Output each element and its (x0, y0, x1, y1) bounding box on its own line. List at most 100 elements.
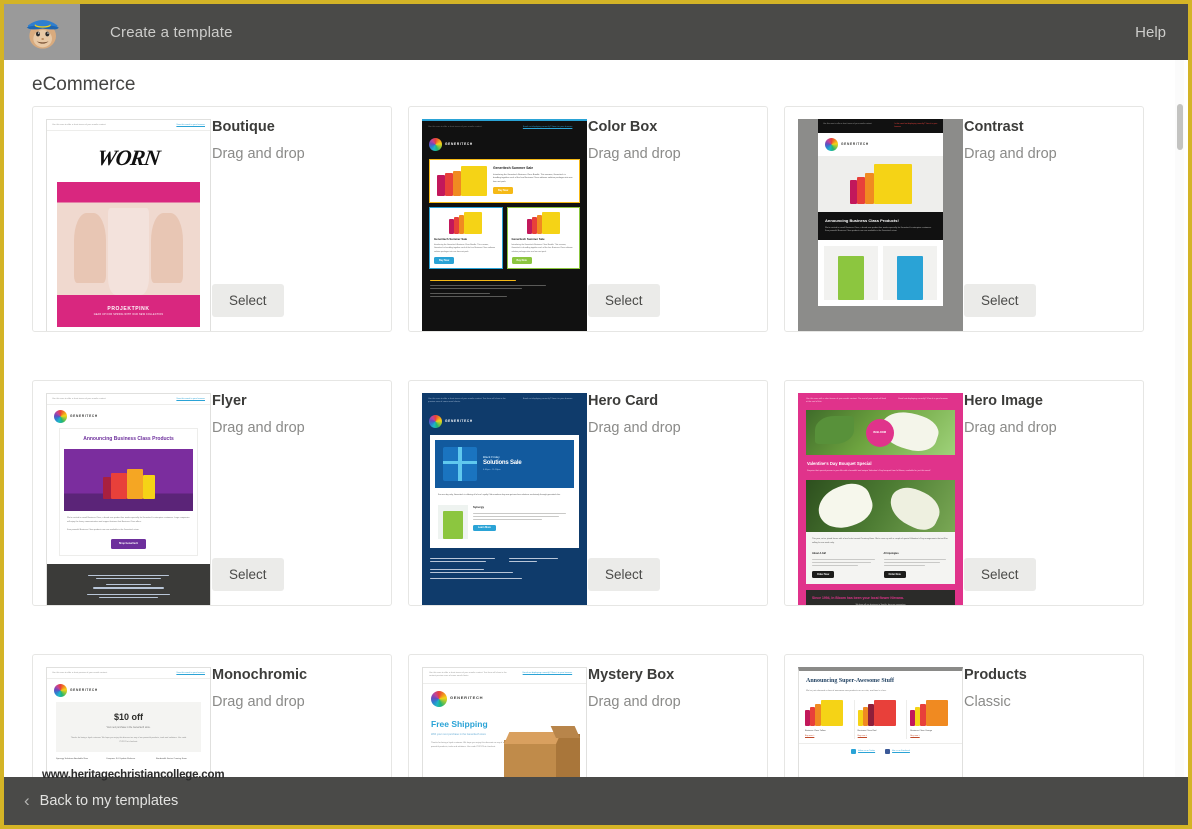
template-card-flyer[interactable]: Use this area to offer a short teaser of… (32, 380, 392, 606)
thumb-brand-name: GENERITECH (450, 695, 484, 701)
template-type: Drag and drop (212, 146, 305, 162)
thumb-headline: $10 off (113, 712, 143, 723)
thumb-footer (422, 273, 587, 304)
thumb-product-stack (436, 166, 488, 197)
thumb-hero-photo: IN BLOOM (806, 409, 955, 455)
thumb-headline: Announcing Business Class Products! (825, 218, 899, 224)
thumb-footer-head: Since 1994, In Bloom has been your local… (812, 596, 904, 601)
template-name: Contrast (964, 119, 1024, 135)
template-card-hero-card[interactable]: Use this area to offer a short teaser of… (408, 380, 768, 606)
template-name: Flyer (212, 393, 247, 409)
template-card-boutique[interactable]: Use this area to offer a short teaser of… (32, 106, 392, 332)
thumb-caption: Lovely light colors and thrilling textur… (47, 327, 210, 331)
thumb-product-row: Synergy Learn More (435, 503, 574, 543)
mailchimp-logo-tile[interactable] (4, 4, 80, 60)
thumb-social2: like us on Facebook (892, 749, 910, 752)
thumb-headline: Announcing Business Class Products (83, 436, 174, 443)
template-type: Drag and drop (588, 420, 681, 436)
thumb-col2: Compass 3.0 Update Release (106, 758, 136, 761)
template-type: Drag and drop (588, 694, 681, 710)
watermark-text: www.heritagechristiancollege.com (42, 769, 225, 781)
thumb-hero-image (64, 449, 193, 512)
template-card-products[interactable]: Announcing Super-Awesome Stuff We've jus… (784, 654, 1144, 777)
generitech-starburst-icon (429, 138, 442, 152)
thumb-brand-logo: GENERITECH (818, 133, 943, 156)
gift-box-icon (443, 446, 477, 481)
help-link[interactable]: Help (1135, 24, 1166, 41)
template-thumbnail-boutique: Use this area to offer a short teaser of… (46, 119, 211, 331)
thumb-brand-name: GENERITECH (70, 688, 98, 693)
thumb-footer (422, 550, 587, 586)
preheader-link: Email not displaying correctly? View it … (898, 398, 948, 400)
thumb-preheader: Use this area to offer a short preview o… (47, 668, 210, 680)
generitech-starburst-icon (54, 684, 67, 698)
template-thumbnail-contrast: Use this area to offer a short teaser of… (798, 119, 963, 331)
thumb-link1: Buy now » (805, 735, 815, 738)
template-name: Boutique (212, 119, 275, 135)
preheader-left: Use this area to offer a short teaser of… (823, 123, 873, 125)
thumb-badge: IN BLOOM (873, 430, 887, 434)
select-button-contrast[interactable]: Select (964, 284, 1036, 317)
generitech-starburst-icon (54, 410, 67, 424)
generitech-starburst-icon (431, 690, 447, 707)
thumb-brand-logo: GENERITECH (47, 405, 210, 428)
top-header-bar: Create a template Help (4, 4, 1188, 60)
template-thumbnail-mystery-box: Use this area to offer a short teaser of… (422, 667, 587, 777)
template-grid: Use this area to offer a short teaser of… (4, 106, 1188, 777)
thumbnail-wrap: Use this area to offer a short teaser of… (33, 381, 211, 605)
thumb-subhead: 4:00pm - 11:59pm (483, 468, 501, 471)
thumb-body: Thanks for being a loyal customer. We ho… (431, 742, 506, 749)
thumb-subhead: We've just released a slew of awesome ne… (806, 689, 887, 692)
thumbnail-wrap: Use this area to offer a short teaser of… (409, 107, 587, 331)
thumb-cta: Learn More (473, 524, 496, 532)
thumb-copy: We're excited to unveil Business Class, … (60, 511, 197, 554)
thumb-card3-title: Generitech Summer Sale (511, 237, 545, 242)
thumbnail-wrap: Use this area to offer a short teaser of… (409, 381, 587, 605)
thumb-offer-block: Free Shipping With your next purchase in… (423, 714, 586, 777)
vertical-scrollbar-thumb[interactable] (1177, 104, 1183, 150)
thumb-brand-logo: GENERITECH (422, 410, 587, 433)
generitech-starburst-icon (825, 138, 838, 152)
thumb-card: Black Friday Solutions Sale 4:00pm - 11:… (430, 434, 579, 549)
thumb-cta: Shop Generitech (110, 538, 147, 549)
select-button-color-box[interactable]: Select (588, 284, 660, 317)
select-button-hero-card[interactable]: Select (588, 558, 660, 591)
preheader-link: Email not displaying correctly? View it … (522, 126, 573, 128)
template-scroll-area[interactable]: eCommerce Use this area to offer a short… (4, 60, 1188, 777)
thumb-cta1: Order Now (812, 571, 835, 579)
thumb-footer-sub: We base all our business in Seattle, bec… (855, 604, 906, 606)
thumb-headline: Announcing Super-Awesome Stuff (806, 678, 895, 684)
template-card-mystery-box[interactable]: Use this area to offer a short teaser of… (408, 654, 768, 777)
thumbnail-wrap: Use this area to offer a short preview o… (33, 655, 211, 777)
thumb-footer: Since 1994, In Bloom has been your local… (806, 590, 955, 606)
thumb-social-row: follow us on Twitter like us on Facebook (799, 742, 962, 759)
template-thumbnail-monochromic: Use this area to offer a short preview o… (46, 667, 211, 777)
thumb-cta-card2: Buy Now (434, 257, 455, 264)
vertical-scrollbar-track[interactable] (1175, 60, 1184, 777)
template-thumbnail-flyer: Use this area to offer a short teaser of… (46, 393, 211, 605)
thumb-headline-block: Valentine's Day Bouquet Special Surprise… (798, 455, 963, 481)
select-button-hero-image[interactable]: Select (964, 558, 1036, 591)
template-type: Drag and drop (212, 694, 305, 710)
generitech-starburst-icon (429, 414, 442, 428)
preheader-link: Email not displaying correctly? View it … (522, 672, 573, 674)
template-card-monochromic[interactable]: Use this area to offer a short preview o… (32, 654, 392, 777)
thumb-copy-block: This year, we've joined forces with a lo… (806, 532, 955, 585)
thumb-brand-name: GENERITECH (841, 142, 869, 147)
thumb-col1-title: About A-Girl (812, 551, 827, 555)
template-card-hero-image[interactable]: Use this area with a short teaser of you… (784, 380, 1144, 606)
thumb-card3-body: Introducing the Generitech Business Clas… (511, 243, 573, 253)
thumb-preheader: Use this area to offer a short teaser of… (818, 119, 943, 134)
thumbnail-wrap: Use this area to offer a short teaser of… (409, 655, 587, 777)
template-meta: Color Box Drag and drop Select (574, 107, 767, 331)
template-card-color-box[interactable]: Use this area to offer a short teaser of… (408, 106, 768, 332)
thumb-preheader: Use this area to offer a short teaser of… (422, 121, 587, 133)
thumb-cta2: Order Now (883, 571, 906, 579)
template-card-contrast[interactable]: Use this area to offer a short teaser of… (784, 106, 1144, 332)
thumb-social1: follow us on Twitter (858, 749, 876, 752)
select-button-flyer[interactable]: Select (212, 558, 284, 591)
thumb-preheader: Use this area to offer a short teaser of… (47, 394, 210, 406)
template-meta: Hero Image Drag and drop Select (950, 381, 1143, 605)
back-to-my-templates-link[interactable]: Back to my templates (40, 793, 179, 809)
select-button-boutique[interactable]: Select (212, 284, 284, 317)
